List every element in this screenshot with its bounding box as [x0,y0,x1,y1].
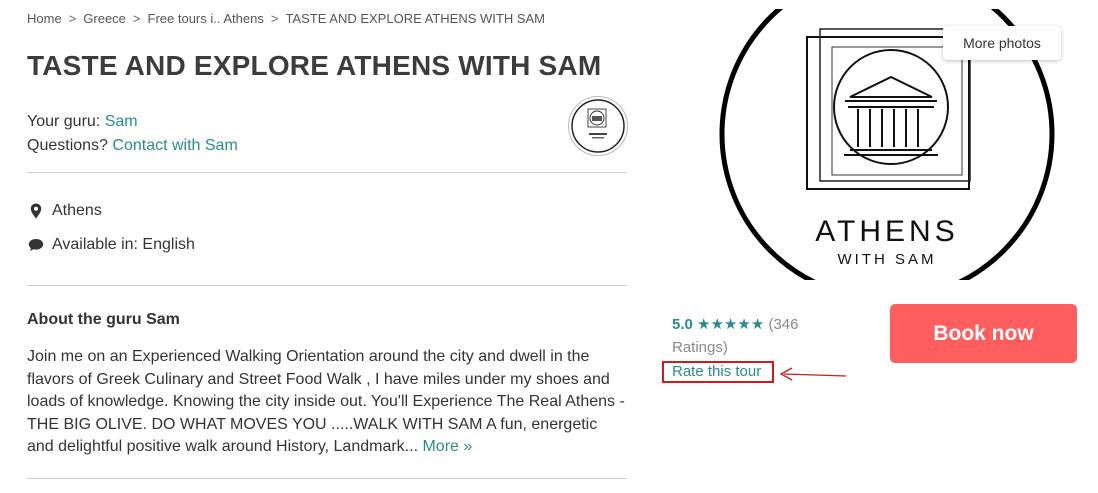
about-text: Join me on an Experienced Walking Orient… [27,346,627,459]
breadcrumb-separator: > [132,11,141,26]
languages-text: Available in: English [52,236,195,253]
breadcrumb-separator: > [68,11,77,26]
guru-avatar[interactable] [568,96,628,156]
about-body: Join me on an Experienced Walking Orient… [27,348,625,455]
rating-score: 5.0 [672,316,693,333]
breadcrumb-athens-link[interactable]: Free tours i.. Athens [148,11,264,26]
questions-label: Questions? [27,137,108,154]
hero-logo-line1: ATHENS [815,215,958,248]
annotation-arrow-icon [779,367,847,381]
rating-stars: ★★★★★ [697,316,765,333]
questions-line: Questions? Contact with Sam [27,134,238,158]
breadcrumb-current: TASTE AND EXPLORE ATHENS WITH SAM [285,11,546,26]
hero-logo-line2: WITH SAM [838,251,937,268]
guru-label: Your guru: [27,113,101,130]
guru-name-link[interactable]: Sam [105,113,138,130]
breadcrumb: Home > Greece > Free tours i.. Athens > TASTE … [27,11,545,26]
divider [27,285,627,286]
more-photos-button[interactable]: More photos [943,26,1061,60]
more-link[interactable]: More » [422,438,472,455]
location-row: Athens [27,202,102,220]
page-title: TASTE AND EXPLORE ATHENS WITH SAM [27,50,602,81]
guru-line: Your guru: Sam [27,110,238,134]
map-pin-icon [27,202,45,220]
athens-logo-icon [571,99,625,153]
speech-bubble-icon [27,236,45,254]
languages-row: Available in: English [27,236,195,254]
divider [27,478,627,479]
breadcrumb-greece-link[interactable]: Greece [83,11,126,26]
divider [27,172,627,173]
contact-guru-link[interactable]: Contact with Sam [112,137,237,154]
book-now-button[interactable]: Book now [890,304,1077,363]
breadcrumb-separator: > [270,11,279,26]
location-text: Athens [52,202,102,219]
rating-summary: 5.0 ★★★★★ (346 Ratings) [672,313,852,359]
breadcrumb-home-link[interactable]: Home [27,11,62,26]
about-heading: About the guru Sam [27,311,180,328]
guru-info: Your guru: Sam Questions? Contact with S… [27,110,238,158]
rate-this-tour-link[interactable]: Rate this tour [672,363,761,380]
